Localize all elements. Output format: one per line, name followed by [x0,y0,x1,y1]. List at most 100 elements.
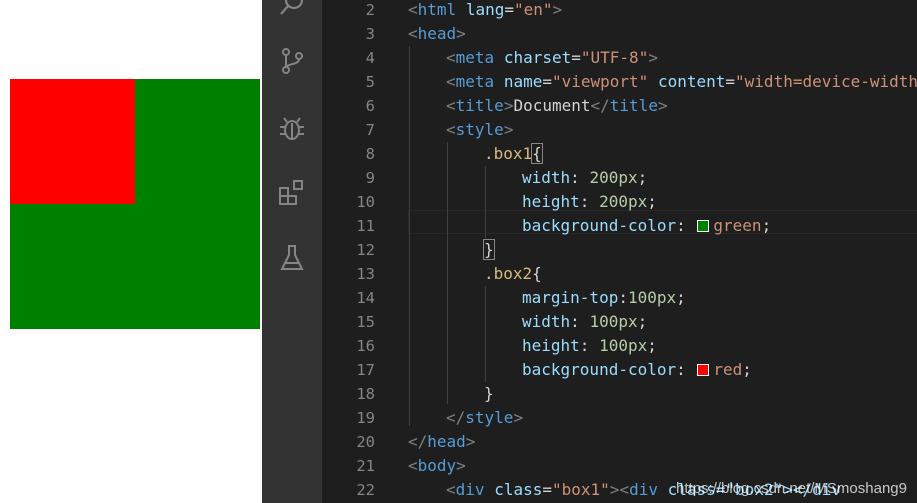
token: = [571,48,581,67]
token: body [417,456,457,475]
token: > [456,24,466,43]
testing-icon[interactable] [276,242,308,274]
token: : [676,360,696,379]
line-number: 15 [356,313,375,331]
token: green [713,216,762,235]
color-swatch-icon[interactable] [697,364,710,376]
token: div [629,480,658,499]
line-number: 4 [365,49,375,67]
code-line: } [484,382,494,406]
token: lang [465,0,505,19]
line-number: 13 [356,265,375,283]
token: > [657,96,668,115]
color-swatch-icon[interactable] [697,220,710,232]
token: height [522,192,580,211]
line-number: 16 [356,337,375,355]
token: : [570,168,590,187]
token: "width=device-width [735,72,917,91]
code-editor[interactable]: 2 3 4 5 6 7 8 9 10 11 12 13 14 15 16 17 … [322,0,917,503]
token: </ [408,432,428,451]
token: 100px [589,312,638,331]
box1-green [10,79,260,329]
token: : [579,336,600,355]
line-number: 17 [356,361,375,379]
token: ; [676,288,686,307]
token: </ [590,96,610,115]
indent-guide [485,166,486,238]
token: title [609,96,658,115]
token: style [455,120,504,139]
debug-icon[interactable] [276,112,308,144]
token: { [532,264,542,283]
indent-guide [409,46,410,426]
line-number-gutter: 2 3 4 5 6 7 8 9 10 11 12 13 14 15 16 17 … [322,0,382,503]
code-line: .box2{ [484,262,542,286]
token: { [531,143,543,164]
token: "UTF-8" [580,48,649,67]
code-line: } [483,238,495,262]
line-number: 14 [356,289,375,307]
code-line: .box1{ [484,142,543,166]
token: Document [513,96,591,115]
code-line: </head> [408,430,475,454]
code-line: width: 200px; [522,166,647,190]
indent-guide [485,286,486,382]
token: class [494,480,543,499]
token: = [725,72,736,91]
code-line: width: 100px; [522,310,647,334]
token: : [618,288,628,307]
line-number: 8 [365,145,375,163]
token: .box1 [484,144,533,163]
token: > [456,456,466,475]
token: width [522,312,571,331]
line-number: 20 [356,433,375,451]
line-number: 10 [356,193,375,211]
token: > [465,432,476,451]
token: ; [647,192,657,211]
token: ; [761,216,772,235]
token: name [503,72,543,91]
token: "box1" [552,480,610,499]
line-number: 9 [365,169,375,187]
line-number: 21 [356,457,375,475]
code-line: height: 200px; [522,190,657,214]
token: : [676,216,696,235]
token: < [408,456,418,475]
code-line: <html lang="en"> [408,0,562,22]
token: .box2 [484,264,533,283]
token: < [446,120,456,139]
line-number: 5 [365,73,375,91]
extensions-icon[interactable] [276,177,308,209]
token: ; [637,168,648,187]
code-area[interactable]: <html lang="en"> <head> <meta charset="U… [408,0,917,503]
line-number: 2 [365,1,375,19]
token: head [417,24,457,43]
token: < [408,0,418,19]
box2-red [10,79,135,204]
token: ; [637,312,648,331]
token: margin-top [522,288,619,307]
token: = [504,0,514,19]
token: < [446,96,456,115]
token: </ [446,408,466,427]
code-line: <body> [408,454,466,478]
token: > [513,408,524,427]
token: background-color [522,216,677,235]
line-number: 18 [356,385,375,403]
token: = [542,480,552,499]
line-number: 3 [365,25,375,43]
source-control-icon[interactable] [276,45,308,77]
token: style [465,408,514,427]
line-number: 7 [365,121,375,139]
token: "en" [513,0,553,19]
line-number: 6 [365,97,375,115]
code-line: <head> [408,22,466,46]
token: 200px [599,192,648,211]
search-icon[interactable] [276,0,308,20]
line-number: 11 [356,217,375,235]
code-line: <meta charset="UTF-8"> [446,46,658,70]
token: 200px [589,168,638,187]
code-line: <title>Document</title> [446,94,668,118]
watermark: https://blog.csdn.net/MSmoshang9 [676,480,907,497]
token: > [503,120,514,139]
